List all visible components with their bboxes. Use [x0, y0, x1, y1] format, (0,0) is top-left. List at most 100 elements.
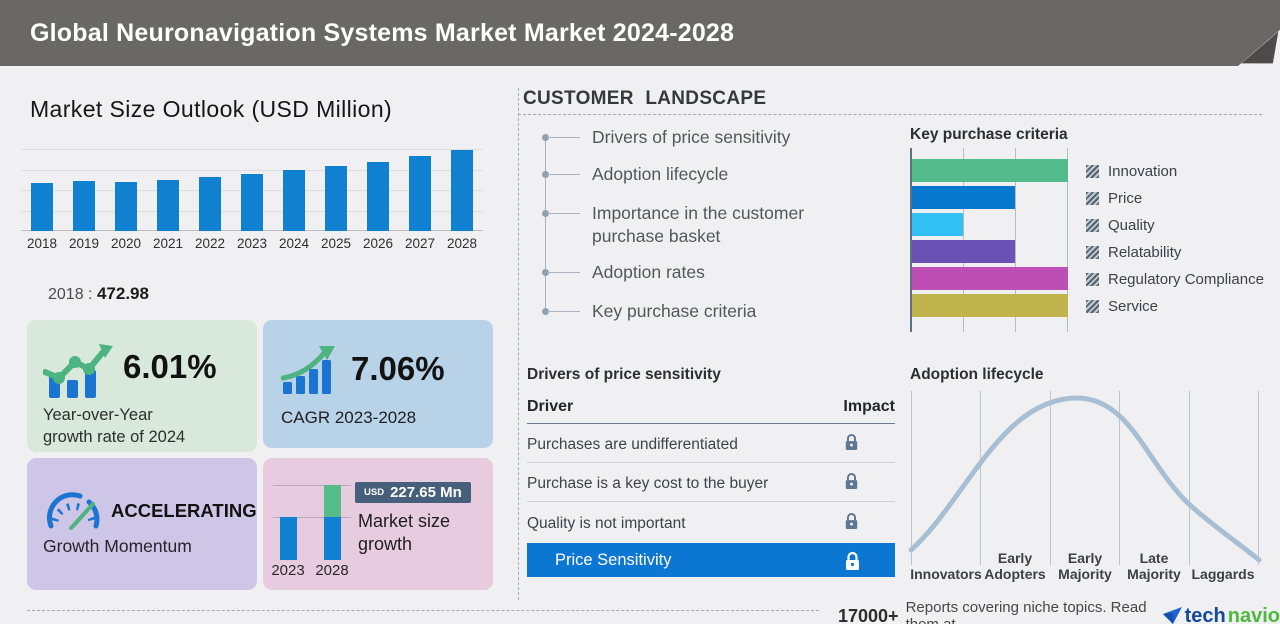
bar-2025 [325, 166, 347, 231]
landscape-list-item: Adoption lifecycle [592, 163, 850, 186]
stage-label: Laggards [1178, 548, 1268, 582]
growth-amount: 227.65 Mn [390, 484, 462, 501]
cagr-card: 7.06% CAGR 2023-2028 [263, 320, 493, 448]
growth-arrow-icon [281, 344, 339, 396]
mini-label-2023: 2023 [266, 562, 310, 579]
cagr-label: CAGR 2023-2028 [281, 408, 416, 428]
bar-2026 [367, 162, 389, 231]
column-header-driver: Driver [527, 398, 573, 416]
list-connector [547, 311, 580, 312]
criteria-bar-regulatory-compliance [912, 267, 1068, 290]
legend-row: Regulatory Compliance [1086, 271, 1264, 288]
growth-momentum-card: ACCELERATING Growth Momentum [27, 458, 257, 590]
mini-bar-2028 [324, 517, 341, 560]
legend-hatch-marker [1086, 219, 1099, 232]
bar-column [273, 149, 315, 231]
landscape-list-item: Adoption rates [592, 261, 850, 284]
lock-icon [844, 512, 859, 530]
legend-row: Quality [1086, 217, 1155, 234]
legend-hatch-marker [1086, 300, 1099, 313]
bar-label: 2023 [231, 236, 273, 251]
lock-icon [844, 551, 861, 571]
speedometer-icon [45, 488, 101, 530]
bar-column [105, 149, 147, 231]
bar-column [21, 149, 63, 231]
lock-icon [844, 433, 859, 451]
list-connector [547, 213, 580, 214]
key-purchase-criteria-chart [910, 148, 1068, 332]
infographic-canvas: Global Neuronavigation Systems Market Ma… [0, 0, 1280, 624]
table-header-rule [527, 423, 895, 424]
footer-divider [27, 610, 819, 611]
base-year: 2018 [48, 286, 84, 303]
bar-label: 2028 [441, 236, 483, 251]
mini-label-2028: 2028 [310, 562, 354, 579]
yoy-value: 6.01% [123, 348, 217, 386]
bar-label: 2022 [189, 236, 231, 251]
footer-text: Reports covering niche topics. Read them… [906, 599, 1156, 624]
mini-bar-2028-increment [324, 485, 341, 517]
bar-2027 [409, 156, 431, 231]
separator: : [88, 286, 92, 303]
customer-landscape-title: CUSTOMER LANDSCAPE [523, 88, 766, 110]
price-sensitivity-table-title: Drivers of price sensitivity [527, 366, 721, 384]
legend-label: Innovation [1108, 163, 1177, 180]
legend-hatch-marker [1086, 273, 1099, 286]
bar-2023 [241, 174, 263, 231]
table-row-impact [844, 512, 859, 535]
cagr-value: 7.06% [351, 350, 445, 388]
key-purchase-criteria-title: Key purchase criteria [910, 126, 1068, 144]
legend-hatch-marker [1086, 192, 1099, 205]
technavio-arrow-icon [1163, 607, 1183, 624]
bar-column [315, 149, 357, 231]
base-value: 472.98 [97, 284, 149, 303]
bar-label: 2021 [147, 236, 189, 251]
header-bar: Global Neuronavigation Systems Market Ma… [0, 0, 1280, 66]
list-connector [547, 272, 580, 273]
momentum-label: Growth Momentum [43, 536, 192, 557]
row-separator [527, 501, 895, 502]
bar-2028 [451, 150, 473, 231]
momentum-value: ACCELERATING [111, 500, 257, 522]
legend-row: Relatability [1086, 244, 1181, 261]
growth-amount-badge: USD 227.65 Mn [355, 482, 471, 503]
yoy-growth-card: 6.01% Year-over-Year growth rate of 2024 [27, 320, 257, 452]
criteria-bar-price [912, 186, 1015, 209]
list-connector-line [545, 137, 546, 311]
bar-column [147, 149, 189, 231]
bar-2022 [199, 177, 221, 231]
yoy-label: Year-over-Year growth rate of 2024 [43, 404, 185, 449]
adoption-lifecycle-title: Adoption lifecycle [910, 366, 1044, 384]
vertical-divider [518, 88, 519, 600]
x-axis-labels: 2018201920202021202220232024202520262027… [21, 236, 483, 251]
bar-series [21, 149, 483, 231]
footer: 17000+ Reports covering niche topics. Re… [838, 599, 1280, 624]
bar-label: 2018 [21, 236, 63, 251]
logo-navio-text: navio [1228, 605, 1280, 624]
base-year-value: 2018 : 472.98 [48, 284, 149, 304]
currency-label: USD [364, 487, 384, 498]
legend-label: Relatability [1108, 244, 1181, 261]
report-count: 17000+ [838, 606, 899, 624]
list-connector [547, 137, 580, 138]
lock-icon [844, 472, 859, 490]
bar-label: 2024 [273, 236, 315, 251]
legend-row: Service [1086, 298, 1158, 315]
bar-label: 2026 [357, 236, 399, 251]
landscape-list-item: Key purchase criteria [592, 300, 850, 323]
bar-column [441, 149, 483, 231]
legend-row: Price [1086, 190, 1142, 207]
bar-2024 [283, 170, 305, 231]
page-curl-fold [1238, 0, 1280, 66]
bar-column [357, 149, 399, 231]
bar-label: 2019 [63, 236, 105, 251]
bar-label: 2027 [399, 236, 441, 251]
bar-column [63, 149, 105, 231]
landscape-list-item: Importance in the customer purchase bask… [592, 202, 850, 248]
legend-label: Regulatory Compliance [1108, 271, 1264, 288]
bar-2019 [73, 181, 95, 231]
legend-label: Service [1108, 298, 1158, 315]
technavio-logo[interactable]: technavio [1163, 605, 1280, 624]
table-row-driver: Purchases are undifferentiated [527, 436, 738, 454]
market-size-bar-chart [21, 149, 483, 231]
